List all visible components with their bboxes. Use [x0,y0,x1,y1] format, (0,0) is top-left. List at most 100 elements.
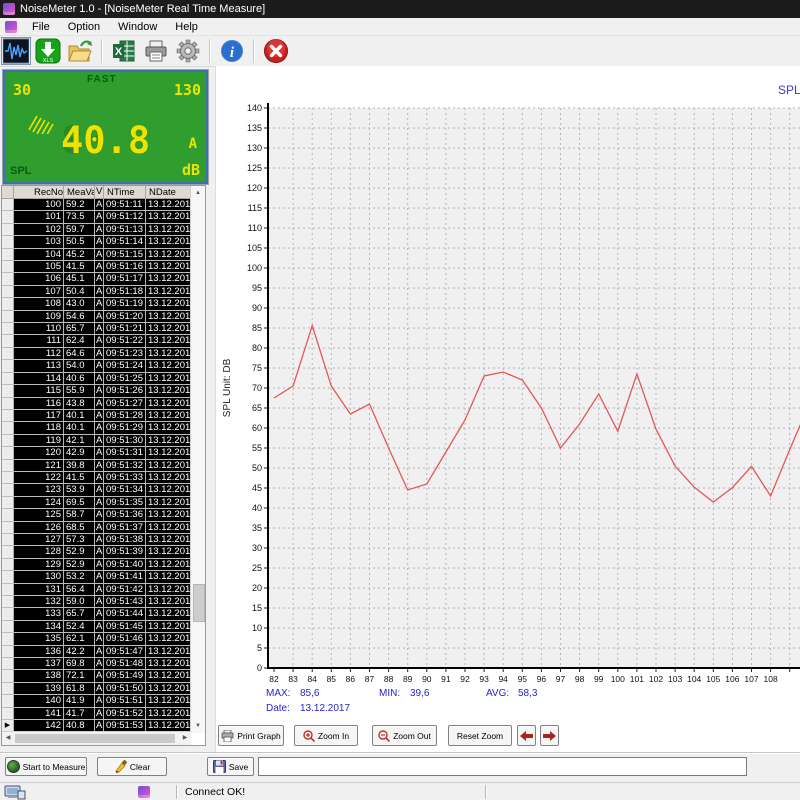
mdi-child-icon[interactable] [5,21,17,33]
table-row[interactable]: 12139.8A09:51:3213.12.2017 [2,460,191,472]
info-button[interactable]: i [217,37,247,65]
row-indicator [2,534,14,545]
column-header-v[interactable]: V [95,186,104,199]
open-file-button[interactable] [65,37,95,65]
table-row[interactable]: 12469.5A09:51:3513.12.2017 [2,497,191,509]
start-measure-button[interactable]: Start to Measure [5,757,87,776]
table-row[interactable]: 13452.4A09:51:4513.12.2017 [2,621,191,633]
table-row[interactable]: 10645.1A09:51:1713.12.2017 [2,273,191,285]
lcd-value: 40.8 [61,119,150,162]
table-row[interactable]: 11643.8A09:51:2713.12.2017 [2,398,191,410]
column-header-ntime[interactable]: NTime [104,186,146,199]
table-row[interactable]: 12757.3A09:51:3813.12.2017 [2,534,191,546]
scroll-left-icon[interactable]: ◀ [2,732,14,745]
lcd-spl-label: SPL [10,165,31,177]
table-row[interactable]: 13769.8A09:51:4813.12.2017 [2,658,191,670]
table-row[interactable]: 11740.1A09:51:2813.12.2017 [2,410,191,422]
cell-ntime: 09:51:51 [104,695,146,706]
cell-v: A [95,335,104,346]
save-filename-input[interactable] [258,757,747,776]
zoom-out-button[interactable]: Zoom Out [372,725,437,746]
table-row[interactable]: 12852.9A09:51:3913.12.2017 [2,546,191,558]
x-tick-label: 92 [460,674,470,684]
settings-button[interactable] [173,37,203,65]
menu-file[interactable]: File [23,20,59,34]
x-tick-label: 106 [725,674,739,684]
table-row[interactable]: 11264.6A09:51:2313.12.2017 [2,348,191,360]
table-row[interactable]: 13365.7A09:51:4413.12.2017 [2,608,191,620]
table-row[interactable]: 10445.2A09:51:1513.12.2017 [2,249,191,261]
table-row[interactable]: 11942.1A09:51:3013.12.2017 [2,435,191,447]
table-row[interactable]: 13053.2A09:51:4113.12.2017 [2,571,191,583]
table-row[interactable]: 11440.6A09:51:2513.12.2017 [2,373,191,385]
export-xls-button[interactable]: XLS [33,37,63,65]
excel-export-button[interactable]: X [109,37,139,65]
table-row[interactable]: 13872.1A09:51:4913.12.2017 [2,670,191,682]
lcd-display: FAST 30 130 88.8 40.8 A SPL dB [3,70,208,184]
table-row[interactable]: 14141.7A09:51:5213.12.2017 [2,708,191,720]
column-header-meaval[interactable]: MeaVal [64,186,95,199]
horizontal-scrollbar[interactable]: ◀ ▶ [2,731,191,745]
scroll-right-icon[interactable]: ▶ [179,732,191,745]
print-graph-button[interactable]: Print Graph [218,725,284,746]
cell-ntime: 09:51:48 [104,658,146,669]
table-row[interactable]: 10059.2A09:51:1113.12.2017 [2,199,191,211]
computer-icon [4,785,26,800]
menu-option[interactable]: Option [59,20,109,34]
table-row[interactable]: 10843.0A09:51:1913.12.2017 [2,298,191,310]
waveform-display-button[interactable] [1,37,31,65]
table-row[interactable]: 10541.5A09:51:1613.12.2017 [2,261,191,273]
table-row[interactable]: 10954.6A09:51:2013.12.2017 [2,311,191,323]
table-row[interactable]: 12668.5A09:51:3713.12.2017 [2,522,191,534]
table-row[interactable]: 11555.9A09:51:2613.12.2017 [2,385,191,397]
zoom-in-button[interactable]: Zoom In [294,725,358,746]
table-row[interactable]: 12042.9A09:51:3113.12.2017 [2,447,191,459]
cell-ndate: 13.12.2017 [146,211,191,222]
table-row[interactable]: 12952.9A09:51:4013.12.2017 [2,559,191,571]
table-row[interactable]: 11065.7A09:51:2113.12.2017 [2,323,191,335]
print-button[interactable] [141,37,171,65]
clear-button[interactable]: Clear [97,757,167,776]
y-tick-label: 35 [252,523,262,533]
exit-button[interactable] [261,37,291,65]
table-row[interactable]: 10750.4A09:51:1813.12.2017 [2,286,191,298]
table-row[interactable]: 13259.0A09:51:4313.12.2017 [2,596,191,608]
cell-ndate: 13.12.2017 [146,335,191,346]
y-tick-label: 15 [252,603,262,613]
save-button[interactable]: Save [207,757,254,776]
table-row[interactable]: 13642.2A09:51:4713.12.2017 [2,646,191,658]
table-row[interactable]: 12353.9A09:51:3413.12.2017 [2,484,191,496]
row-indicator [2,311,14,322]
cell-meaval: 39.8 [64,460,95,471]
table-row[interactable]: 12241.5A09:51:3313.12.2017 [2,472,191,484]
table-row[interactable]: 11840.1A09:51:2913.12.2017 [2,422,191,434]
table-row[interactable]: 10259.7A09:51:1313.12.2017 [2,224,191,236]
table-row[interactable]: 12558.7A09:51:3613.12.2017 [2,509,191,521]
cell-ndate: 13.12.2017 [146,497,191,508]
vertical-scrollbar[interactable]: ▲ ▼ [190,186,205,733]
table-row[interactable]: 11162.4A09:51:2213.12.2017 [2,335,191,347]
table-row[interactable]: 13562.1A09:51:4613.12.2017 [2,633,191,645]
scrollbar-thumb[interactable] [193,584,205,622]
table-row[interactable]: 10350.5A09:51:1413.12.2017 [2,236,191,248]
table-row[interactable]: 10173.5A09:51:1213.12.2017 [2,211,191,223]
toolbar-separator [253,39,255,63]
cell-recno: 104 [14,249,64,260]
table-row[interactable]: 13961.8A09:51:5013.12.2017 [2,683,191,695]
column-header-ndate[interactable]: NDate [146,186,191,199]
cell-recno: 125 [14,509,64,520]
scroll-down-icon[interactable]: ▼ [191,719,205,733]
reset-zoom-button[interactable]: Reset Zoom [448,725,512,746]
table-row[interactable]: 11354.0A09:51:2413.12.2017 [2,360,191,372]
bottom-controls: Start to Measure Clear Save [0,752,800,783]
table-row[interactable]: 14041.9A09:51:5113.12.2017 [2,695,191,707]
scroll-chart-right-button[interactable] [540,725,559,746]
menu-help[interactable]: Help [166,20,207,34]
scroll-up-icon[interactable]: ▲ [191,186,205,200]
menu-window[interactable]: Window [109,20,166,34]
scroll-chart-left-button[interactable] [517,725,536,746]
column-header-recno[interactable]: RecNo [14,186,64,199]
scrollbar-thumb[interactable] [15,734,175,743]
cell-recno: 122 [14,472,64,483]
table-row[interactable]: 13156.4A09:51:4213.12.2017 [2,584,191,596]
